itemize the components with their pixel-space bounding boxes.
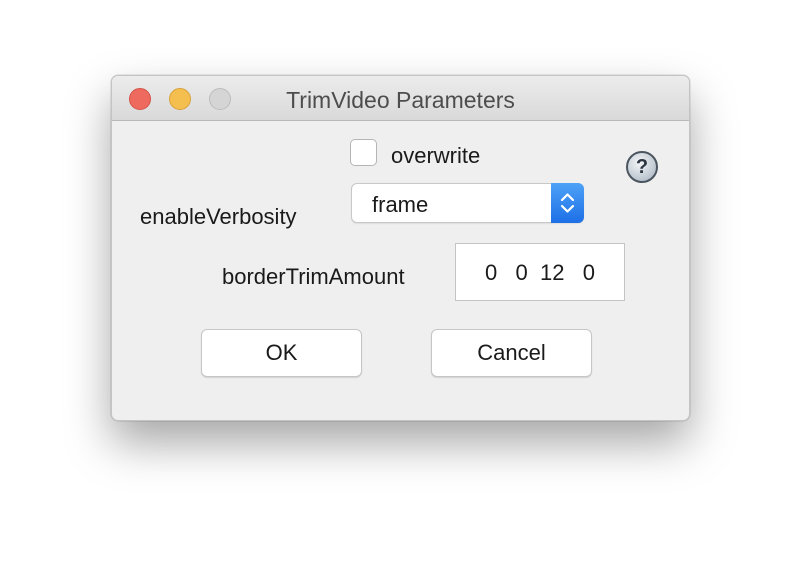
border-trim-amount-value: 0 0 12 0: [484, 260, 596, 285]
up-down-chevron-icon: [560, 193, 575, 213]
trimvideo-parameters-dialog: TrimVideo Parameters overwrite ? enableV…: [111, 75, 690, 421]
help-icon[interactable]: ?: [626, 151, 658, 183]
title-bar[interactable]: TrimVideo Parameters: [112, 76, 689, 121]
border-trim-amount-label: borderTrimAmount: [222, 264, 405, 289]
border-trim-amount-field[interactable]: 0 0 12 0: [455, 243, 625, 301]
popup-chevrons-icon[interactable]: [551, 183, 584, 223]
overwrite-label[interactable]: overwrite: [391, 143, 480, 169]
enable-verbosity-popup[interactable]: frame: [351, 183, 584, 223]
cancel-button[interactable]: Cancel: [431, 329, 592, 377]
overwrite-checkbox[interactable]: [350, 139, 377, 166]
enable-verbosity-value: frame: [372, 192, 429, 217]
enable-verbosity-label: enableVerbosity: [140, 204, 297, 229]
help-glyph: ?: [635, 156, 649, 178]
ok-button[interactable]: OK: [201, 329, 362, 377]
window-title: TrimVideo Parameters: [286, 87, 515, 113]
